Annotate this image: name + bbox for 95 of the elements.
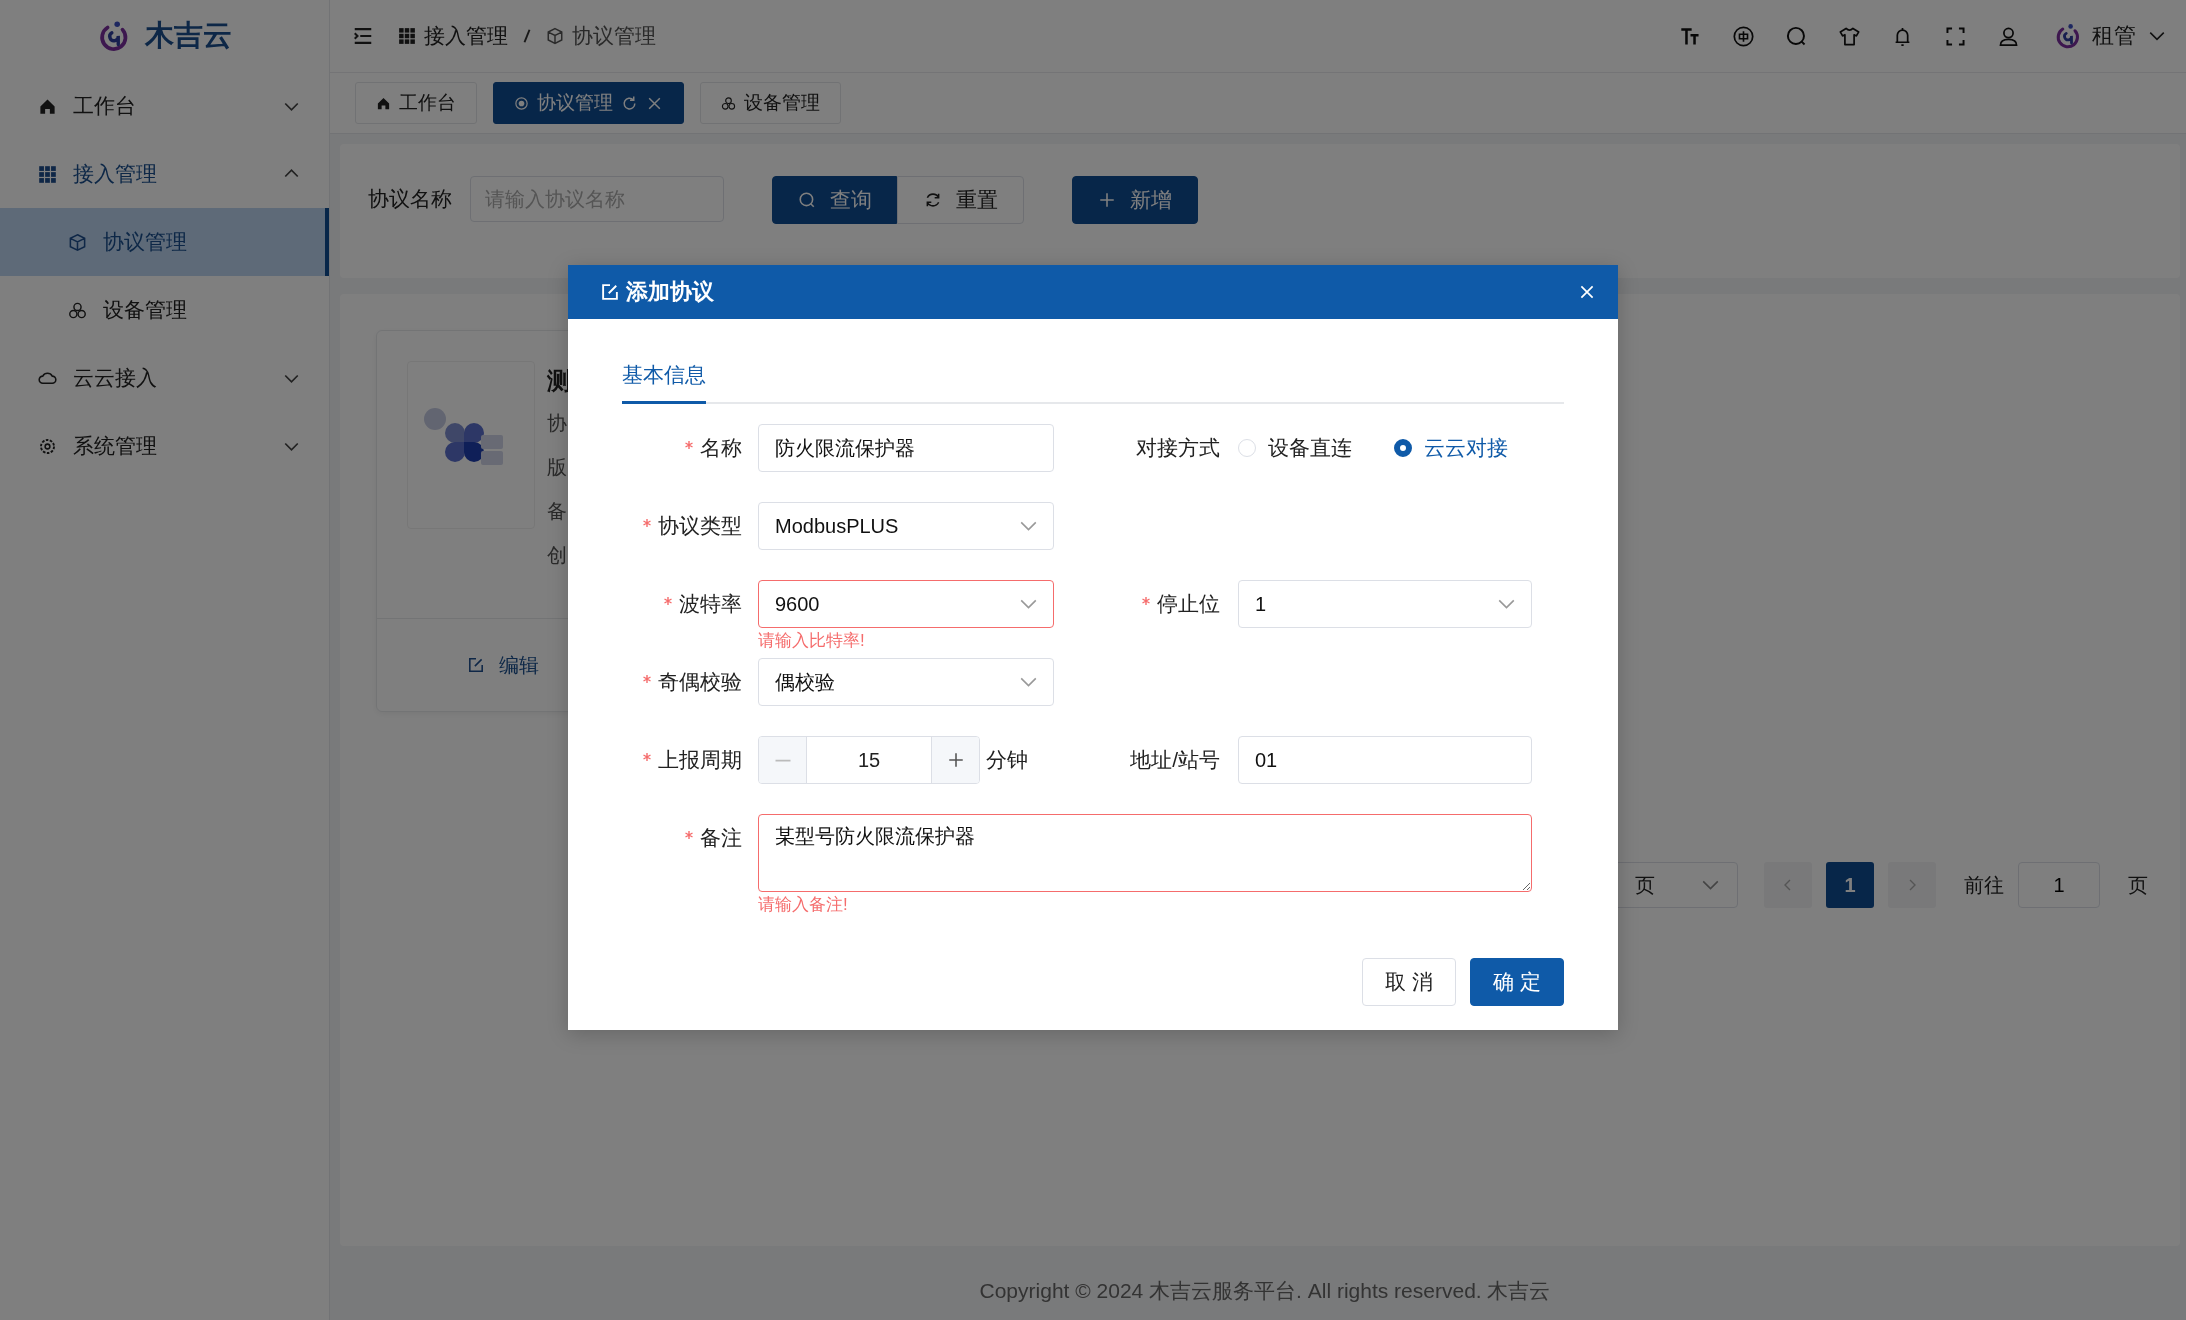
menu-item[interactable]: 接入管理 xyxy=(0,140,329,208)
plus-icon xyxy=(1098,191,1116,209)
select-field[interactable]: 偶校验 xyxy=(758,658,1054,706)
menu-item[interactable]: 系统管理 xyxy=(0,412,329,480)
footer-text: Copyright © 2024 木吉云服务平台. All rights reserved. 木吉云 xyxy=(978,1278,1552,1304)
chevron-icon xyxy=(284,169,299,179)
required-icon xyxy=(642,752,652,762)
chevron-icon xyxy=(1702,880,1719,890)
field-label: 奇偶校验 xyxy=(658,669,742,695)
grid-icon xyxy=(38,164,57,184)
home-icon xyxy=(38,96,57,116)
error-message: 请输入比特率! xyxy=(758,630,865,652)
select-field[interactable]: ModbusPLUS xyxy=(758,502,1054,550)
circles-icon xyxy=(721,95,736,111)
field-label: 对接方式 xyxy=(1136,435,1220,461)
language-icon[interactable] xyxy=(1732,24,1755,48)
required-icon xyxy=(684,440,694,450)
card-detail: 创 xyxy=(547,543,568,568)
circles-icon xyxy=(68,300,87,320)
required-icon xyxy=(1141,596,1151,606)
required-icon xyxy=(684,830,694,840)
plus-icon xyxy=(946,751,965,769)
edit-icon xyxy=(467,656,485,674)
page-unit: 页 xyxy=(2128,872,2148,898)
submenu-item[interactable]: 协议管理 xyxy=(0,208,329,276)
fullscreen-icon[interactable] xyxy=(1944,24,1967,48)
chevron-icon xyxy=(284,441,299,451)
dot-icon xyxy=(514,95,529,111)
refresh-icon[interactable] xyxy=(621,94,638,112)
field-label: 波特率 xyxy=(679,591,742,617)
input-field[interactable]: 防火限流保护器 xyxy=(758,424,1054,472)
form-tab[interactable]: 基本信息 xyxy=(622,351,706,404)
field-label: 协议名称 xyxy=(368,186,452,212)
page-tab[interactable]: 设备管理 xyxy=(700,82,841,124)
field-label: 名称 xyxy=(700,435,742,461)
number-stepper[interactable]: 15 xyxy=(758,736,980,784)
home-icon xyxy=(376,95,391,111)
select-field[interactable]: 9600 xyxy=(758,580,1054,628)
submenu-item[interactable]: 设备管理 xyxy=(0,276,329,344)
field-label: 停止位 xyxy=(1157,591,1220,617)
goto-label: 前往 xyxy=(1964,872,2004,898)
field-label: 协议类型 xyxy=(658,513,742,539)
edit-icon xyxy=(600,282,620,302)
increment-button[interactable] xyxy=(931,737,979,783)
edit-link[interactable]: 编辑 xyxy=(467,651,539,679)
close-icon[interactable] xyxy=(1578,283,1596,301)
breadcrumb-item[interactable]: 接入管理 xyxy=(424,22,508,50)
number-value: 15 xyxy=(856,747,882,773)
grid-icon xyxy=(398,27,416,45)
chevron-icon xyxy=(1020,599,1037,609)
cube-icon xyxy=(68,232,87,252)
error-message: 请输入备注! xyxy=(758,894,848,916)
confirm-button[interactable]: 确 定 xyxy=(1470,958,1564,1006)
unit-label: 分钟 xyxy=(986,747,1028,773)
page-tab[interactable]: 协议管理 xyxy=(493,82,684,124)
chevron-icon xyxy=(284,101,299,111)
radio-option[interactable]: 云云对接 xyxy=(1394,424,1508,472)
cancel-button[interactable]: 取 消 xyxy=(1362,958,1457,1006)
required-icon xyxy=(642,674,652,684)
card-detail: 版 xyxy=(547,455,568,480)
chevron-icon xyxy=(284,373,299,383)
textarea-field[interactable]: 某型号防火限流保护器 xyxy=(758,814,1532,892)
logo-icon[interactable] xyxy=(2054,22,2082,50)
page-tab[interactable]: 工作台 xyxy=(355,82,477,124)
card-detail: 备 xyxy=(547,499,568,524)
menu-item[interactable]: 工作台 xyxy=(0,72,329,140)
minus-icon xyxy=(773,757,792,763)
menu-item[interactable]: 云云接入 xyxy=(0,344,329,412)
field-label: 备注 xyxy=(700,825,742,851)
radio-button[interactable] xyxy=(1394,439,1412,457)
search-icon xyxy=(797,191,816,209)
logo-text: 木吉云 xyxy=(145,18,232,53)
required-icon xyxy=(663,596,673,606)
card-detail: 协 xyxy=(547,411,568,436)
menu-icon[interactable] xyxy=(352,25,374,47)
required-icon xyxy=(642,518,652,528)
field-label: 上报周期 xyxy=(658,747,742,773)
user-name[interactable]: 租管 xyxy=(2092,21,2136,51)
gear-icon xyxy=(38,436,57,456)
chevron-icon xyxy=(1020,521,1037,531)
chevron-icon xyxy=(1498,599,1515,609)
radio-option[interactable]: 设备直连 xyxy=(1238,424,1352,472)
chevron-icon xyxy=(1020,677,1037,687)
select-field[interactable]: 1 xyxy=(1238,580,1532,628)
search-icon[interactable] xyxy=(1785,24,1808,48)
dialog-title: 添加协议 xyxy=(626,278,714,306)
add-button[interactable]: 新增 xyxy=(1072,176,1198,224)
page-input[interactable]: 1 xyxy=(2018,862,2100,908)
search-button[interactable]: 查询 xyxy=(772,176,897,224)
page-button[interactable]: 1 xyxy=(1826,862,1874,908)
cube-icon xyxy=(546,27,564,45)
breadcrumb-item[interactable]: 协议管理 xyxy=(572,22,656,50)
reset-button[interactable]: 重置 xyxy=(897,176,1024,224)
field-label: 地址/站号 xyxy=(1130,747,1220,773)
input-field[interactable]: 01 xyxy=(1238,736,1532,784)
